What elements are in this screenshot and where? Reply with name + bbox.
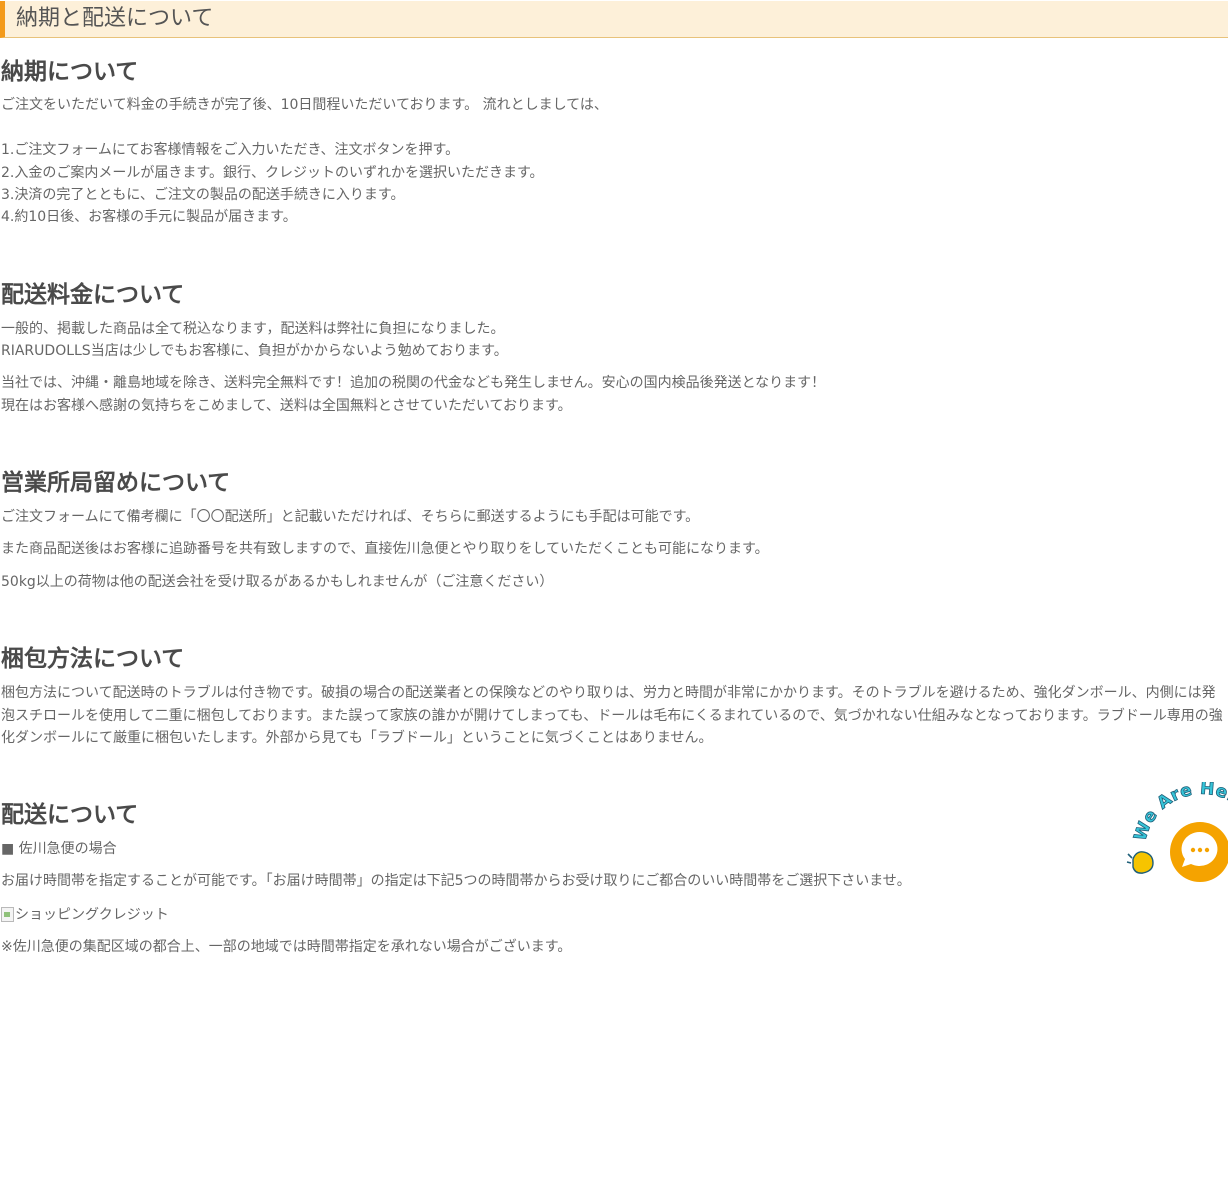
delivery-intro: ご注文をいただいて料金の手続きが完了後、10日間程いただいております。 流れとし… bbox=[1, 97, 608, 113]
delivery-step: 1.ご注文フォームにてお客様情報をご入力いただき、注文ボタンを押す。 bbox=[1, 142, 460, 158]
delivery-step: 3.決済の完了とともに、ご注文の製品の配送手続きに入ります。 bbox=[1, 187, 405, 203]
shipping-footnote: ※佐川急便の集配区域の都合上、一部の地域では時間帯指定を承れない場合がございます… bbox=[1, 939, 572, 955]
shopping-credit-image-alt: ショッピングクレジット bbox=[15, 907, 169, 923]
pickup-heading: 営業所局留めについて bbox=[1, 470, 231, 496]
shipping-carrier: ■ 佐川急便の場合 bbox=[1, 841, 117, 857]
pickup-line: ご注文フォームにて備考欄に「〇〇配送所」と記載いただければ、そちらに郵送するよう… bbox=[1, 509, 700, 525]
shipping-time-note: お届け時間帯を指定することが可能です。「お届け時間帯」の指定は下記5つの時間帯か… bbox=[1, 873, 911, 889]
packing-text: 梱包方法について配送時のトラブルは付き物です。破損の場合の配送業者との保険などの… bbox=[1, 685, 1223, 746]
fee-line: 一般的、掲載した商品は全て税込なります，配送料は弊社に負担になりました。 bbox=[1, 321, 505, 337]
broken-image-icon bbox=[1, 906, 14, 922]
fee-line: 当社では、沖縄・離島地域を除き、送料完全無料です！追加の税関の代金なども発生しま… bbox=[1, 375, 826, 391]
delivery-step: 4.約10日後、お客様の手元に製品が届きます。 bbox=[1, 209, 297, 225]
shipping-heading: 配送について bbox=[1, 802, 139, 828]
delivery-step: 2.入金のご案内メールが届きます。銀行、クレジットのいずれかを選択いただきます。 bbox=[1, 165, 544, 181]
packing-heading: 梱包方法について bbox=[1, 646, 185, 672]
delivery-heading: 納期について bbox=[1, 59, 139, 85]
page-title: 納期と配送について bbox=[16, 6, 214, 31]
pickup-line: また商品配送後はお客様に追跡番号を共有致しますので、直接佐川急便とやり取りをして… bbox=[1, 541, 769, 557]
fee-heading: 配送料金について bbox=[1, 282, 185, 308]
pickup-line: 50kg以上の荷物は他の配送会社を受け取るがあるかもしれませんが（ご注意ください… bbox=[1, 574, 554, 590]
shopping-credit-image: ショッピングクレジット bbox=[1, 904, 169, 924]
chat-bubble-icon[interactable] bbox=[1170, 822, 1228, 882]
fee-line: RIARUDOLLS当店は少しでもお客様に、負担がかからないよう勉めております。 bbox=[1, 343, 508, 359]
chat-widget[interactable]: We Are Here! bbox=[1125, 782, 1228, 882]
waving-hand-icon bbox=[1126, 851, 1154, 874]
fee-line: 現在はお客様へ感謝の気持ちをこめまして、送料は全国無料とさせていただいております… bbox=[1, 398, 572, 414]
page-header: 納期と配送について bbox=[0, 1, 1228, 38]
